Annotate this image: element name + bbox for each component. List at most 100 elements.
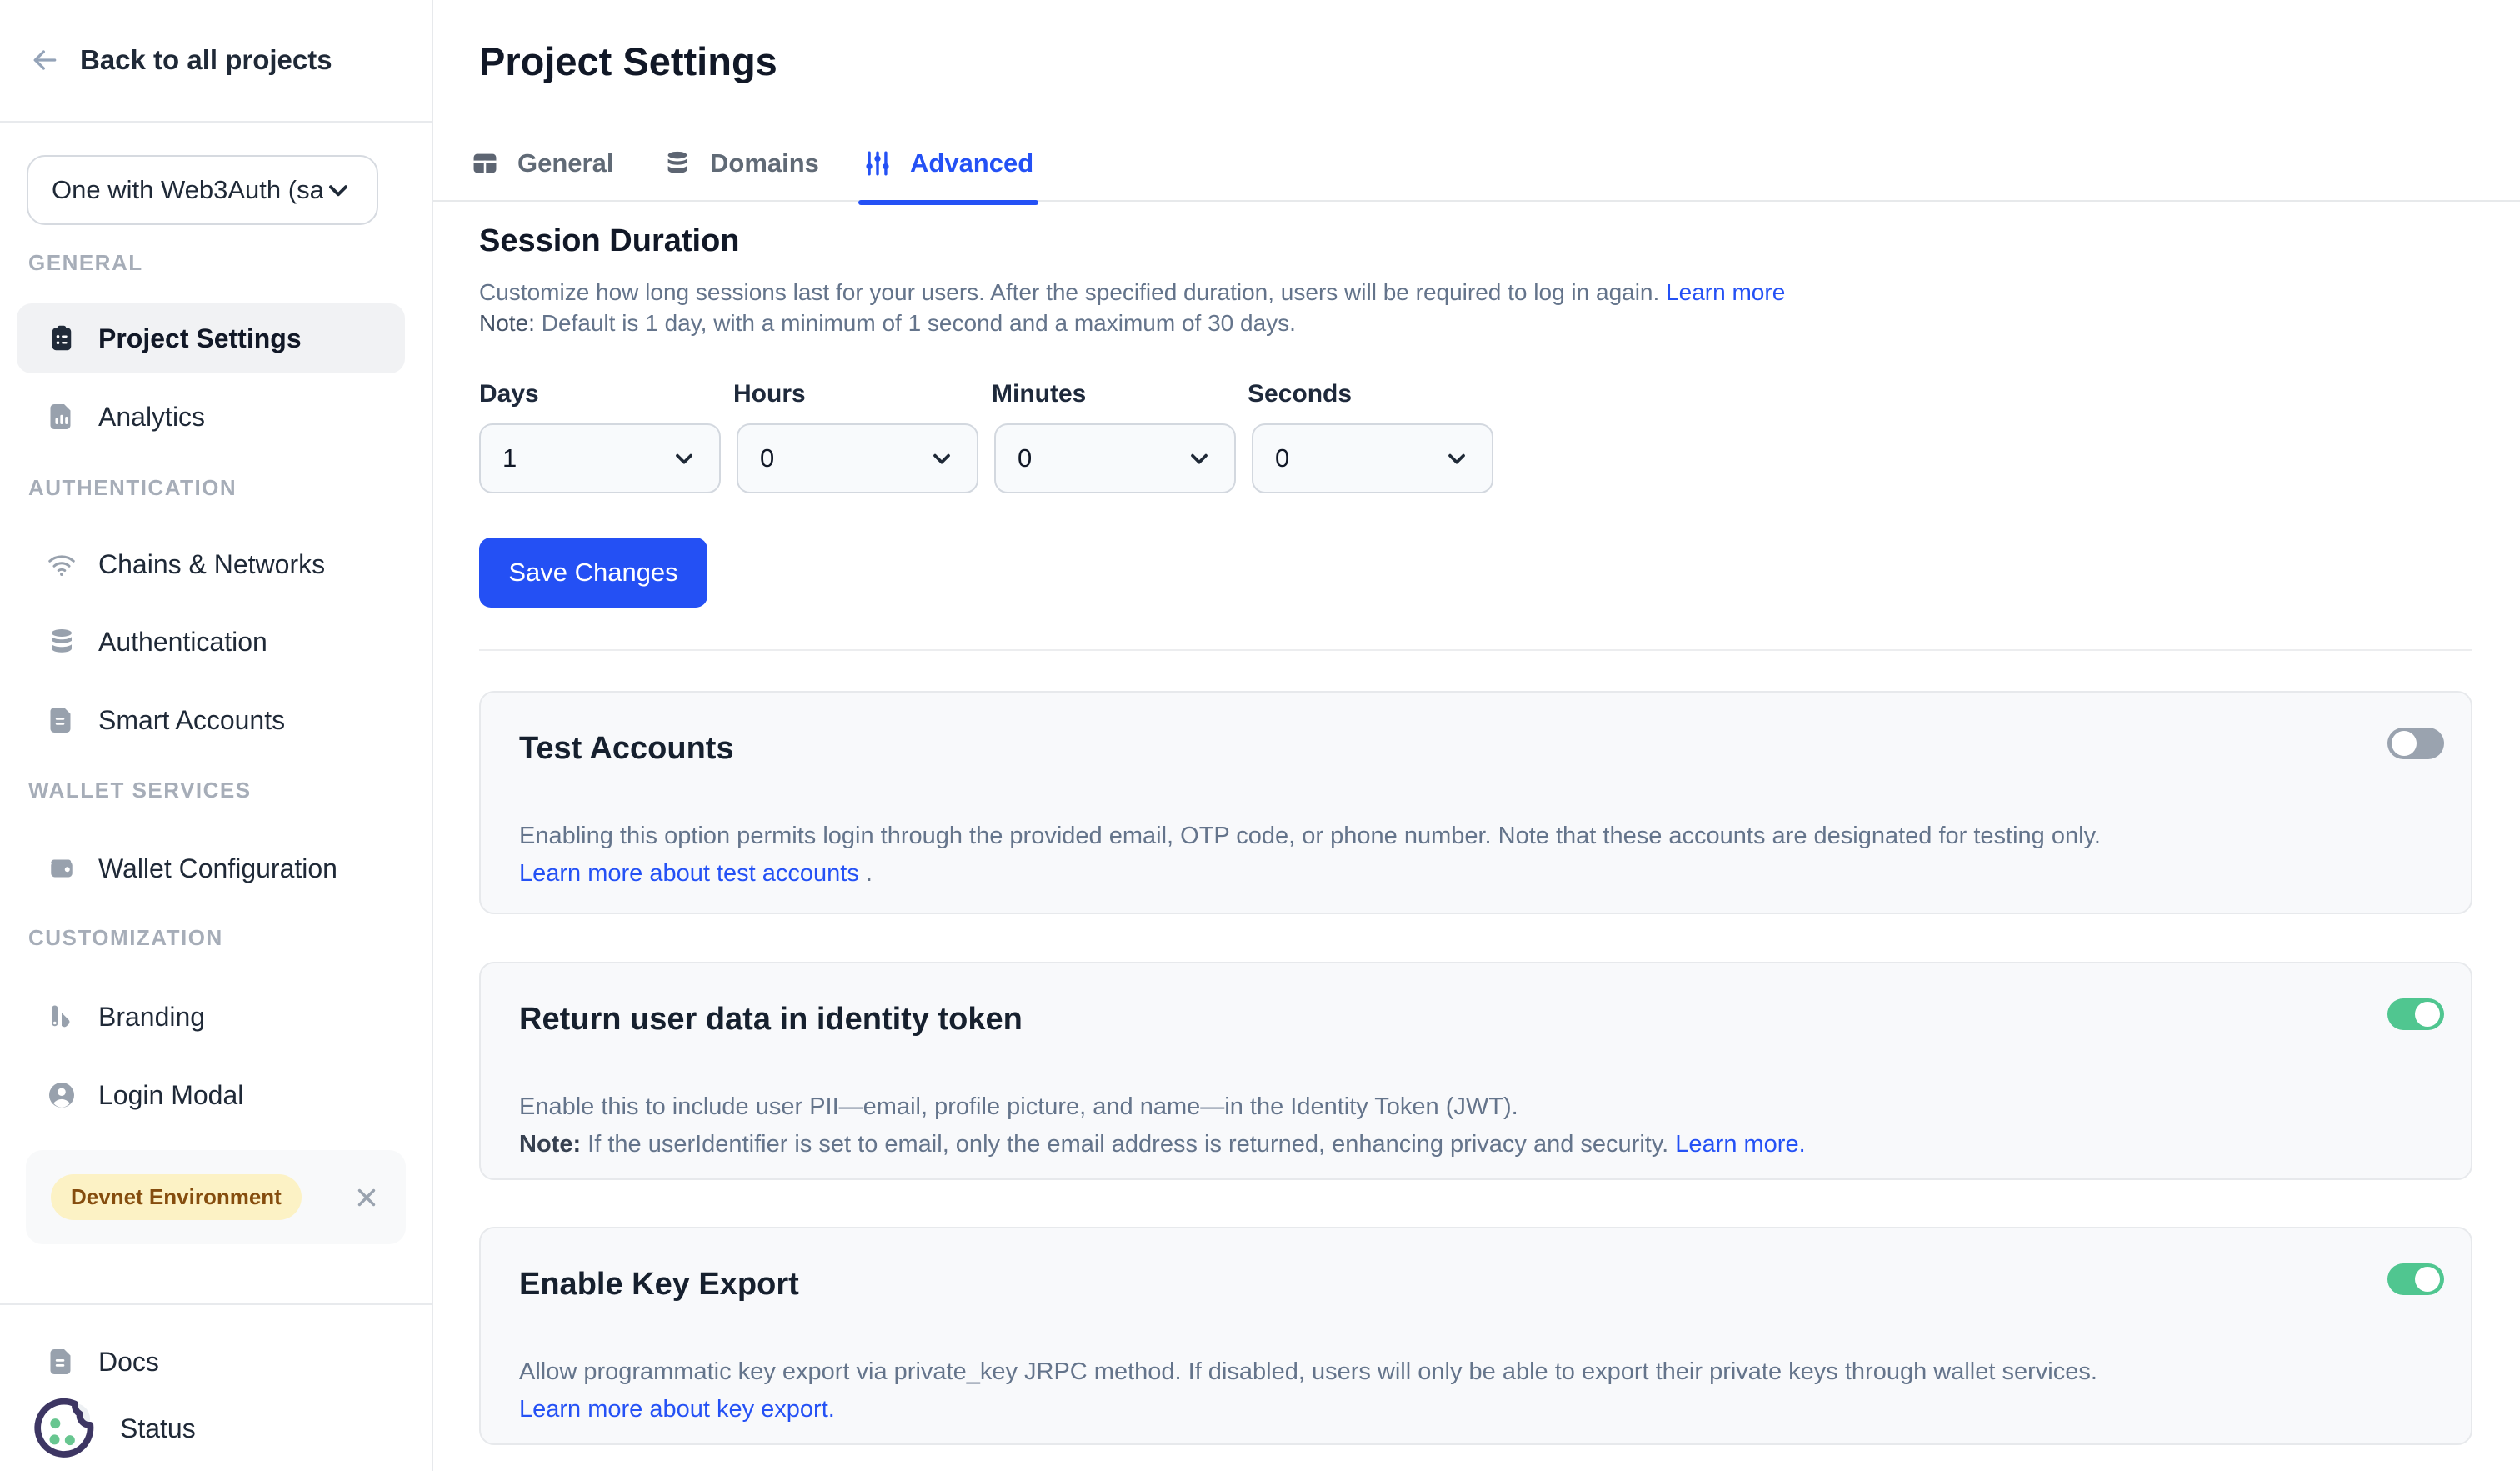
sidebar-item-label: Chains & Networks [98, 549, 325, 580]
user-circle-icon [47, 1080, 77, 1110]
minutes-value: 0 [1018, 443, 1186, 473]
note-label: Note: [479, 310, 535, 336]
description-line1: Allow programmatic key export via privat… [519, 1353, 2098, 1391]
sidebar-item-analytics[interactable]: Analytics [17, 382, 405, 452]
sidebar-item-chains-networks[interactable]: Chains & Networks [17, 529, 405, 599]
sidebar-item-label: Wallet Configuration [98, 853, 338, 884]
seconds-value: 0 [1275, 443, 1443, 473]
days-select[interactable]: 1 [479, 423, 721, 493]
tab-domains[interactable]: Domains [663, 132, 819, 195]
sidebar: Back to all projects One with Web3Auth (… [0, 0, 433, 1471]
test-accounts-toggle[interactable] [2388, 728, 2444, 759]
environment-badge: Devnet Environment [51, 1174, 302, 1220]
key-export-description: Allow programmatic key export via privat… [519, 1353, 2098, 1428]
identity-token-description: Enable this to include user PII—email, p… [519, 1088, 1806, 1163]
cookie-icon[interactable] [32, 1395, 98, 1462]
sidebar-item-authentication[interactable]: Authentication [17, 607, 405, 677]
branding-icon [47, 1002, 77, 1032]
session-learn-more-link[interactable]: Learn more [1666, 279, 1785, 305]
chevron-down-icon [323, 175, 353, 205]
tab-advanced[interactable]: Advanced [863, 132, 1033, 195]
main-content: Project Settings General Domains Advance… [433, 0, 2520, 1471]
sidebar-item-wallet-configuration[interactable]: Wallet Configuration [17, 833, 405, 903]
sidebar-item-login-modal[interactable]: Login Modal [17, 1060, 405, 1130]
back-to-projects-link[interactable]: Back to all projects [28, 43, 332, 77]
description-line1: Enable this to include user PII—email, p… [519, 1088, 1806, 1126]
sidebar-item-branding[interactable]: Branding [17, 982, 405, 1052]
key-export-title: Enable Key Export [519, 1267, 799, 1303]
chevron-down-icon [928, 445, 955, 472]
test-accounts-description: Enabling this option permits login throu… [519, 818, 2128, 893]
session-duration-description: Customize how long sessions last for you… [479, 277, 1785, 338]
description-line2: Note: If the userIdentifier is set to em… [519, 1126, 1806, 1163]
key-export-toggle[interactable] [2388, 1263, 2444, 1295]
divider [0, 121, 432, 123]
clipboard-icon [47, 323, 77, 353]
sidebar-item-smart-accounts[interactable]: Smart Accounts [17, 685, 405, 755]
identity-token-title: Return user data in identity token [519, 1002, 1022, 1038]
table-icon [471, 149, 499, 178]
save-changes-button[interactable]: Save Changes [479, 538, 708, 608]
identity-token-card: Return user data in identity token Enabl… [479, 962, 2472, 1180]
close-icon[interactable] [352, 1183, 381, 1212]
tab-general[interactable]: General [471, 132, 613, 195]
environment-card: Devnet Environment [26, 1150, 406, 1244]
hours-value: 0 [760, 443, 928, 473]
docs-icon [47, 1347, 77, 1377]
seconds-label: Seconds [1248, 380, 1352, 408]
chevron-down-icon [1186, 445, 1212, 472]
identity-token-toggle[interactable] [2388, 998, 2444, 1030]
key-export-learn-more-link[interactable]: Learn more about key export. [519, 1396, 835, 1423]
description-suffix: . [859, 860, 872, 887]
section-label-general: GENERAL [28, 250, 143, 276]
page-title: Project Settings [479, 38, 778, 84]
sidebar-item-label: Status [120, 1413, 196, 1444]
sidebar-item-project-settings[interactable]: Project Settings [17, 303, 405, 373]
database-icon [47, 627, 77, 657]
seconds-select[interactable]: 0 [1252, 423, 1493, 493]
identity-learn-more-link[interactable]: Learn more. [1675, 1131, 1805, 1158]
arrow-left-icon [28, 43, 62, 77]
sidebar-item-label: Authentication [98, 627, 268, 658]
divider [0, 1303, 432, 1305]
sidebar-item-docs[interactable]: Docs [17, 1327, 405, 1397]
analytics-icon [47, 402, 77, 432]
chevron-down-icon [1443, 445, 1470, 472]
description-text: Enabling this option permits login throu… [519, 823, 2101, 849]
hours-select[interactable]: 0 [737, 423, 978, 493]
tab-label: Domains [710, 148, 819, 178]
sidebar-item-label: Branding [98, 1002, 205, 1033]
wifi-icon [47, 549, 77, 579]
sidebar-item-label: Docs [98, 1347, 159, 1378]
section-label-authentication: AUTHENTICATION [28, 475, 237, 501]
test-accounts-card: Test Accounts Enabling this option permi… [479, 691, 2472, 914]
sidebar-item-label: Smart Accounts [98, 705, 285, 736]
note-label: Note: [519, 1131, 581, 1158]
toggle-knob [2415, 1002, 2440, 1027]
note-text: Default is 1 day, with a minimum of 1 se… [535, 310, 1296, 336]
sliders-icon [863, 149, 892, 178]
test-accounts-learn-more-link[interactable]: Learn more about test accounts [519, 860, 859, 887]
session-description-text: Customize how long sessions last for you… [479, 279, 1659, 305]
sidebar-item-status[interactable]: Status [17, 1393, 405, 1463]
sidebar-item-label: Project Settings [98, 323, 302, 354]
tab-bar: General Domains Advanced [433, 125, 2520, 202]
sidebar-item-label: Login Modal [98, 1080, 243, 1111]
tab-label: General [518, 148, 613, 178]
wallet-icon [47, 853, 77, 883]
project-selector[interactable]: One with Web3Auth (sap [27, 155, 378, 225]
toggle-knob [2415, 1267, 2440, 1292]
minutes-label: Minutes [992, 380, 1086, 408]
project-selector-value: One with Web3Auth (sap [52, 175, 323, 205]
note-text: If the userIdentifier is set to email, o… [581, 1131, 1675, 1158]
test-accounts-title: Test Accounts [519, 731, 734, 767]
toggle-knob [2392, 731, 2417, 756]
sidebar-item-label: Analytics [98, 402, 205, 433]
minutes-select[interactable]: 0 [994, 423, 1236, 493]
divider [479, 649, 2472, 651]
key-export-card: Enable Key Export Allow programmatic key… [479, 1227, 2472, 1445]
file-text-icon [47, 705, 77, 735]
days-value: 1 [502, 443, 671, 473]
session-duration-title: Session Duration [479, 223, 740, 259]
tab-label: Advanced [910, 148, 1033, 178]
